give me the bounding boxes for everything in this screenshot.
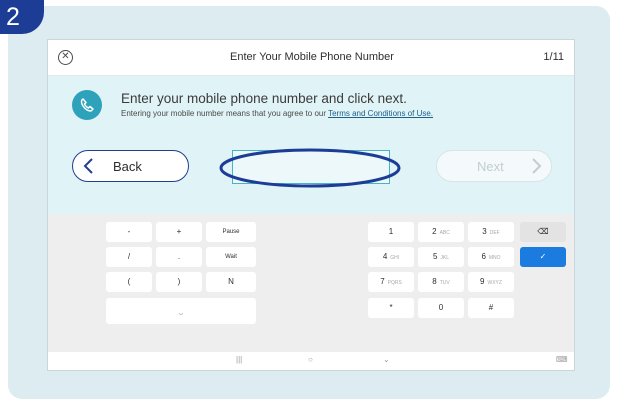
- key-8[interactable]: 8 TUV: [418, 272, 464, 292]
- tutorial-canvas: 2 ✕ Enter Your Mobile Phone Number 1/11 …: [0, 0, 617, 404]
- title-bar: ✕ Enter Your Mobile Phone Number 1/11: [48, 40, 574, 76]
- key-2[interactable]: 2 ABC: [418, 222, 464, 242]
- key-7-num: 7: [380, 277, 385, 286]
- key-close-paren[interactable]: ): [156, 272, 202, 292]
- key-5-letters: JKL: [440, 255, 450, 261]
- key-4[interactable]: 4 GHI: [368, 247, 414, 267]
- system-nav-bar: ||| ○ ⌄ ⌨: [48, 352, 574, 370]
- key-2-letters: ABC: [439, 230, 450, 236]
- key-3[interactable]: 3 DEF: [468, 222, 514, 242]
- key-n[interactable]: N: [206, 272, 256, 292]
- key-1-num: 1: [388, 227, 394, 236]
- home-icon[interactable]: ○: [308, 355, 313, 364]
- key-3-letters: DEF: [489, 230, 500, 236]
- key-0[interactable]: 0: [418, 298, 464, 318]
- key-space[interactable]: ⎵: [106, 298, 256, 324]
- instruction-subtext: Entering your mobile number means that y…: [121, 109, 433, 118]
- phone-entry-section: Enter your mobile phone number and click…: [48, 76, 574, 214]
- key-2-num: 2: [432, 227, 437, 236]
- key-period[interactable]: .: [156, 247, 202, 267]
- key-6-letters: MNO: [488, 255, 501, 261]
- back-button[interactable]: Back: [72, 150, 189, 182]
- key-plus[interactable]: +: [156, 222, 202, 242]
- key-star-num: *: [389, 303, 393, 312]
- key-7-letters: PQRS: [387, 280, 402, 286]
- key-slash[interactable]: /: [106, 247, 152, 267]
- key-star[interactable]: *: [368, 298, 414, 318]
- tablet-screen: ✕ Enter Your Mobile Phone Number 1/11 En…: [47, 39, 575, 371]
- key-wait[interactable]: Wait: [206, 247, 256, 267]
- chevron-right-icon: [532, 158, 542, 174]
- key-hash[interactable]: #: [468, 298, 514, 318]
- backspace-icon[interactable]: ⌫: [520, 222, 566, 242]
- key-3-num: 3: [482, 227, 487, 236]
- key-0-num: 0: [438, 303, 444, 312]
- terms-link[interactable]: Terms and Conditions of Use.: [328, 109, 433, 118]
- checkmark-icon[interactable]: ✓: [520, 247, 566, 267]
- key-9-num: 9: [480, 277, 485, 286]
- key-4-letters: GHI: [390, 255, 400, 261]
- phone-handset-icon: [72, 90, 102, 120]
- key-pause[interactable]: Pause: [206, 222, 256, 242]
- key-5-num: 5: [432, 252, 438, 261]
- next-button[interactable]: Next: [436, 150, 552, 182]
- recents-icon[interactable]: |||: [236, 355, 242, 364]
- chevron-left-icon: [83, 158, 93, 174]
- key-5[interactable]: 5 JKL: [418, 247, 464, 267]
- key-8-num: 8: [432, 277, 437, 286]
- instruction-heading: Enter your mobile phone number and click…: [121, 91, 407, 106]
- key-hash-num: #: [488, 303, 494, 312]
- page-title: Enter Your Mobile Phone Number: [230, 51, 394, 63]
- nav-back-icon[interactable]: ⌄: [383, 355, 390, 364]
- back-button-label: Back: [113, 159, 142, 174]
- keyboard-switch-icon[interactable]: ⌨: [556, 355, 568, 364]
- page-counter: 1/11: [543, 51, 564, 63]
- highlight-ellipse: [219, 148, 401, 188]
- terms-prefix-text: Entering your mobile number means that y…: [121, 109, 329, 118]
- key-9-letters: WXYZ: [487, 280, 502, 286]
- numeric-keyboard: - + Pause / . Wait ( ) N ⎵ 1 2 ABC 3 DEF ⌫…: [48, 214, 574, 370]
- key-7[interactable]: 7 PQRS: [368, 272, 414, 292]
- key-1[interactable]: 1: [368, 222, 414, 242]
- next-button-label: Next: [477, 159, 504, 174]
- key-8-letters: TUV: [439, 280, 450, 286]
- key-6[interactable]: 6 MNO: [468, 247, 514, 267]
- key-9[interactable]: 9 WXYZ: [468, 272, 514, 292]
- key-minus[interactable]: -: [106, 222, 152, 242]
- key-open-paren[interactable]: (: [106, 272, 152, 292]
- key-4-num: 4: [382, 252, 388, 261]
- key-6-num: 6: [481, 252, 486, 261]
